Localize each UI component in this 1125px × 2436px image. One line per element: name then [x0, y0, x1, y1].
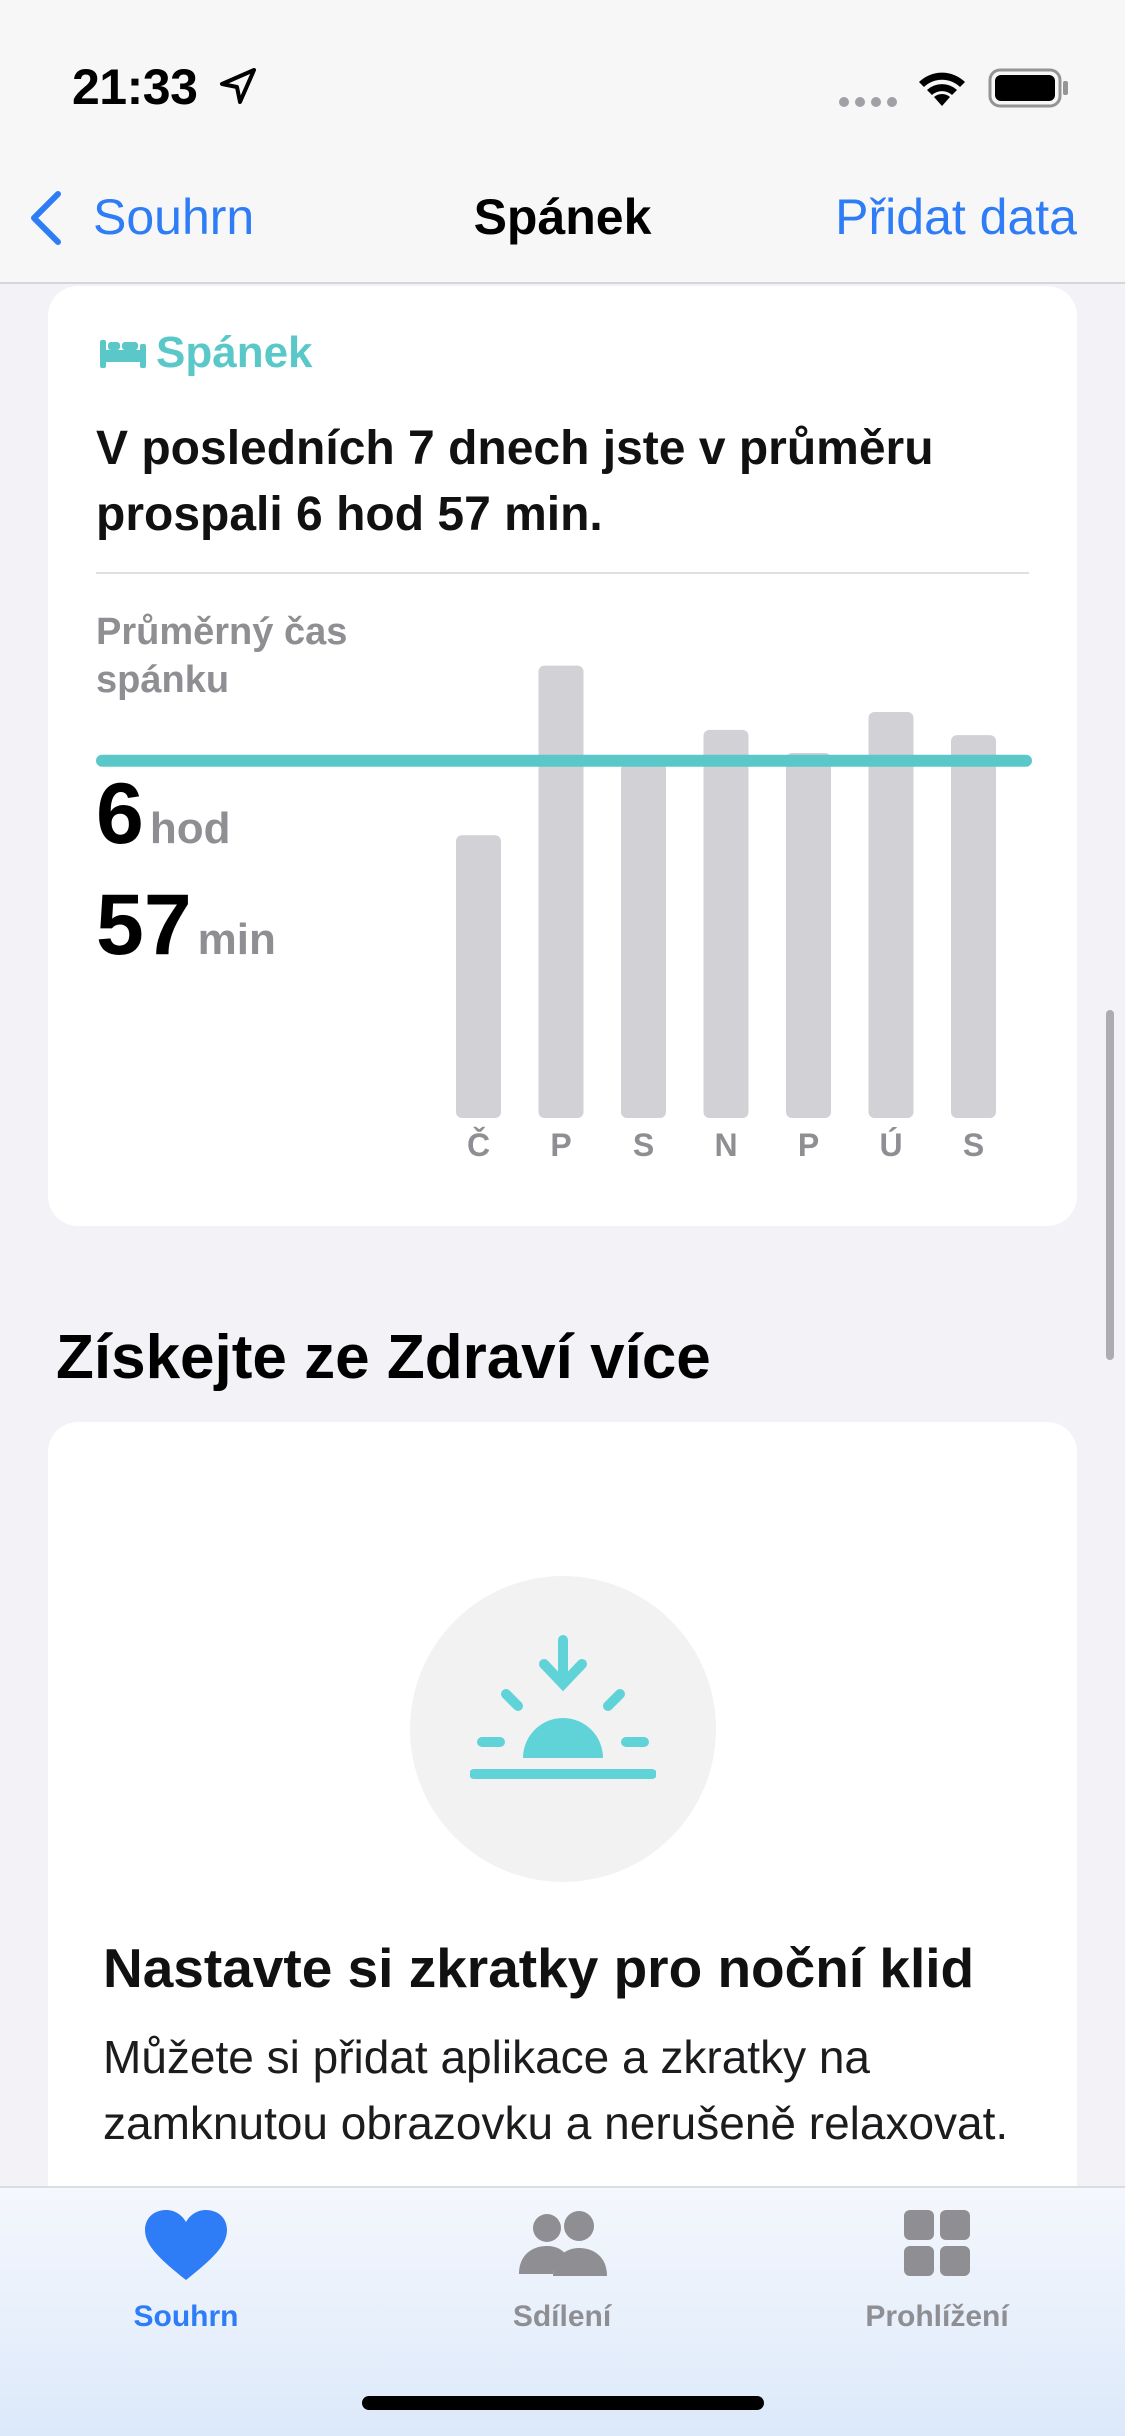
section-heading: Získejte ze Zdraví více: [56, 1323, 711, 1392]
chart-x-tick-label: Ú: [879, 1127, 902, 1163]
chart-bar: [703, 729, 749, 1118]
tab-summary[interactable]: Souhrn: [66, 2208, 306, 2334]
grid-icon: [904, 2210, 970, 2276]
add-data-button[interactable]: Přidat data: [835, 188, 1077, 246]
sunrise-icon: [470, 1635, 656, 1779]
promo-icon-circle: [410, 1576, 716, 1882]
sleep-summary-card[interactable]: Spánek V posledních 7 dnech jste v průmě…: [48, 286, 1077, 1226]
wifi-icon: [919, 72, 965, 106]
promo-body: Můžete si přidat aplikace a zkratky na z…: [103, 2031, 1009, 2149]
chart-x-tick-label: Č: [467, 1127, 490, 1163]
chart-bar: [786, 753, 831, 1118]
home-indicator: [362, 2396, 764, 2410]
chart-bar: [456, 835, 501, 1118]
scroll-indicator[interactable]: [1106, 1010, 1114, 1360]
chart-x-tick-label: P: [550, 1127, 571, 1163]
cellular-signal-icon: [839, 97, 897, 107]
tab-browse[interactable]: Prohlížení: [817, 2208, 1057, 2334]
chart-bar: [538, 665, 584, 1118]
chart-x-tick-label: S: [633, 1127, 654, 1163]
battery-icon: [988, 68, 1068, 108]
navigation-bar: Souhrn Spánek Přidat data: [0, 150, 1125, 284]
sleep-bar-chart: ČPSNPÚS: [96, 665, 1032, 1163]
location-arrow-icon: [220, 68, 256, 104]
promo-title: Nastavte si zkratky pro noční klid: [103, 1937, 975, 1999]
status-time: 21:33: [72, 59, 198, 115]
chart-x-tick-label: P: [798, 1127, 819, 1163]
tab-label: Prohlížení: [865, 2300, 1009, 2333]
tab-label: Souhrn: [133, 2300, 239, 2333]
chart-x-tick-label: S: [963, 1127, 984, 1163]
chart-x-tick-label: N: [714, 1127, 737, 1163]
chart-bar: [951, 735, 996, 1118]
tab-sharing[interactable]: Sdílení: [442, 2208, 682, 2334]
people-icon: [519, 2211, 607, 2276]
heart-icon: [145, 2210, 227, 2280]
chart-bar: [621, 763, 666, 1118]
chart-bar: [868, 711, 914, 1118]
status-bar: 21:33: [0, 0, 1125, 150]
tab-label: Sdílení: [512, 2300, 612, 2333]
